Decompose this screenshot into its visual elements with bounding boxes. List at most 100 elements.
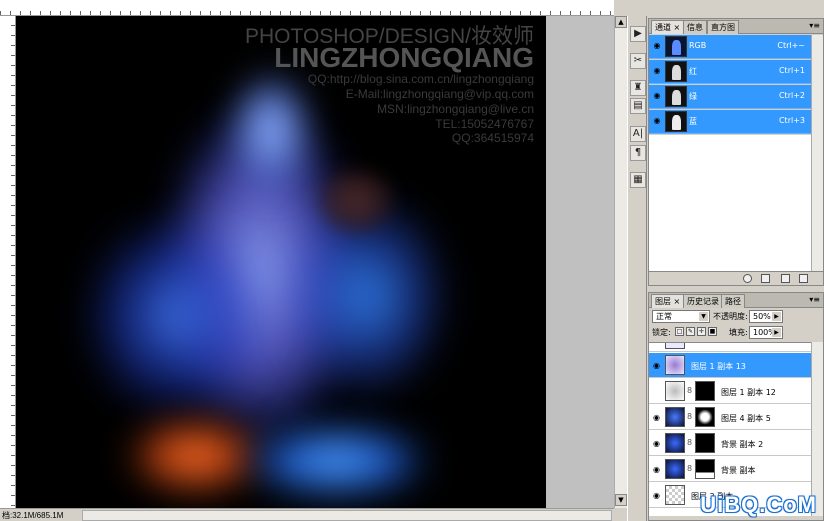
layer-comps-icon[interactable]: ▦ [630, 172, 646, 188]
layer-row[interactable]: ◉ 8 背景 副本 [649, 457, 811, 482]
layer-row-partial[interactable]: ◉ [649, 343, 811, 352]
lock-all-icon[interactable]: ■ [708, 327, 717, 336]
eye-icon[interactable]: ◉ [651, 116, 663, 126]
link-icon: 8 [687, 438, 693, 447]
opacity-value: 50% [753, 312, 771, 321]
ice-glow [246, 426, 426, 496]
save-selection-icon[interactable] [761, 274, 770, 283]
vertical-ruler [0, 16, 16, 508]
tab-paths[interactable]: 路径 [721, 294, 745, 308]
vertical-scrollbar[interactable]: ▲ ▼ [614, 16, 627, 508]
layer-mask-thumbnail [695, 433, 715, 453]
eye-icon[interactable]: ◉ [651, 343, 662, 345]
lock-fill-row: 锁定: □ ✎ ✛ ■ 填充: 100% ▶ [649, 325, 823, 341]
play-action-icon[interactable]: ▶ [630, 26, 646, 42]
watermark-line5: MSN:lingzhongqiang@live.cn [377, 102, 534, 116]
panel-menu-icon[interactable]: ▾≡ [809, 295, 820, 304]
layer-row[interactable]: ◉ 图层 1 副本 13 [649, 353, 811, 378]
layer-mask-thumbnail [695, 459, 715, 479]
channel-thumbnail [665, 111, 687, 132]
blend-mode-value: 正常 [656, 312, 672, 321]
chevron-right-icon: ▶ [772, 328, 781, 337]
figure-glow-left [86, 216, 266, 416]
layer-name: 背景 副本 [721, 466, 756, 475]
fill-label: 填充: [729, 328, 748, 337]
channel-thumbnail [665, 61, 687, 82]
delete-channel-icon[interactable] [799, 274, 808, 283]
lock-transparency-icon[interactable]: □ [675, 327, 684, 336]
link-icon: 8 [687, 412, 693, 421]
layer-row[interactable]: 8 图层 1 副本 12 [649, 379, 811, 404]
channel-row-rgb[interactable]: ◉ RGB Ctrl+~ [649, 35, 811, 59]
tab-info[interactable]: 信息 [683, 20, 707, 34]
watermark-line3: QQ:http://blog.sina.com.cn/lingzhongqian… [307, 72, 534, 86]
channels-footer [649, 271, 823, 285]
eye-icon[interactable]: ◉ [651, 464, 662, 475]
lock-pixels-icon[interactable]: ✎ [686, 327, 695, 336]
layer-name: 背景 副本 2 [721, 440, 764, 449]
eye-icon[interactable]: ◉ [651, 41, 663, 51]
layer-thumbnail [665, 407, 685, 427]
layer-row[interactable]: ◉ 8 图层 4 副本 5 [649, 405, 811, 430]
brush-panel-icon[interactable]: ▤ [630, 98, 646, 114]
channels-scrollbar[interactable] [811, 35, 823, 271]
layer-thumbnail [665, 459, 685, 479]
fill-input[interactable]: 100% ▶ [749, 326, 783, 339]
channels-panel: 通道 × 信息 直方图 ▾≡ ◉ RGB Ctrl+~ ◉ 红 Ctrl+1 ◉… [648, 18, 824, 286]
link-icon: 8 [687, 386, 693, 395]
eye-icon[interactable]: ◉ [651, 490, 662, 501]
channel-thumbnail [665, 86, 687, 107]
eye-icon[interactable]: ◉ [651, 91, 663, 101]
document-size: 档:32.1M/685.1M [2, 511, 64, 520]
eye-icon[interactable]: ◉ [651, 66, 663, 76]
tab-layers[interactable]: 图层 × [651, 294, 685, 308]
paragraph-panel-icon[interactable]: ¶ [630, 145, 646, 161]
channel-name: RGB [689, 41, 707, 50]
eye-icon[interactable]: ◉ [651, 360, 662, 371]
eye-icon[interactable]: ◉ [651, 438, 662, 449]
channel-shortcut: Ctrl+3 [778, 116, 805, 125]
horizontal-scrollbar[interactable] [82, 510, 612, 521]
panel-dock-strip: ▶ ✂ ♜ ▤ A| ¶ ▦ [627, 16, 647, 521]
visibility-box[interactable] [651, 386, 662, 397]
eye-icon[interactable]: ◉ [651, 412, 662, 423]
opacity-input[interactable]: 50% ▶ [749, 310, 783, 323]
lock-position-icon[interactable]: ✛ [697, 327, 706, 336]
canvas-pasteboard [546, 16, 614, 508]
channel-shortcut: Ctrl+2 [778, 91, 805, 100]
layer-row[interactable]: ◉ 8 背景 副本 2 [649, 431, 811, 456]
channel-thumbnail [665, 36, 687, 57]
dark-tree [316, 166, 396, 236]
chevron-down-icon: ▼ [699, 312, 708, 321]
layer-thumbnail [665, 433, 685, 453]
scroll-down-arrow[interactable]: ▼ [615, 494, 627, 506]
panel-menu-icon[interactable]: ▾≡ [809, 21, 820, 30]
channel-shortcut: Ctrl+~ [777, 41, 805, 50]
layer-thumbnail [665, 343, 685, 349]
layer-name: 图层 4 副本 5 [721, 414, 771, 423]
site-logo: UiBQ.CoM [700, 492, 817, 517]
tab-history[interactable]: 历史记录 [683, 294, 723, 308]
channel-row-blue[interactable]: ◉ 蓝 Ctrl+3 [649, 110, 811, 134]
blend-opacity-row: 正常 ▼ 不透明度: 50% ▶ [649, 309, 823, 325]
character-panel-icon[interactable]: A| [630, 126, 646, 142]
new-channel-icon[interactable] [781, 274, 790, 283]
clone-source-icon[interactable]: ♜ [630, 80, 646, 96]
blend-mode-select[interactable]: 正常 ▼ [652, 310, 710, 323]
photoshop-window: PHOTOSHOP/DESIGN/妆效师 LINGZHONGQIANG QQ:h… [0, 0, 824, 521]
tab-histogram[interactable]: 直方图 [707, 20, 739, 34]
channel-name: 蓝 [689, 117, 697, 126]
channel-row-green[interactable]: ◉ 绿 Ctrl+2 [649, 85, 811, 109]
load-selection-icon[interactable] [743, 274, 752, 283]
channels-panel-tabs: 通道 × 信息 直方图 ▾≡ [649, 19, 823, 34]
watermark-line7: QQ:364515974 [451, 131, 534, 145]
document-canvas[interactable]: PHOTOSHOP/DESIGN/妆效师 LINGZHONGQIANG QQ:h… [16, 16, 546, 508]
channel-name: 绿 [689, 92, 697, 101]
fire-glow [131, 421, 261, 491]
status-bar: 档:32.1M/685.1M [0, 508, 614, 521]
channel-row-red[interactable]: ◉ 红 Ctrl+1 [649, 60, 811, 84]
layers-scrollbar[interactable] [811, 342, 823, 516]
tab-channels[interactable]: 通道 × [651, 20, 685, 34]
scroll-up-arrow[interactable]: ▲ [615, 16, 627, 28]
tool-preset-icon[interactable]: ✂ [630, 53, 646, 69]
